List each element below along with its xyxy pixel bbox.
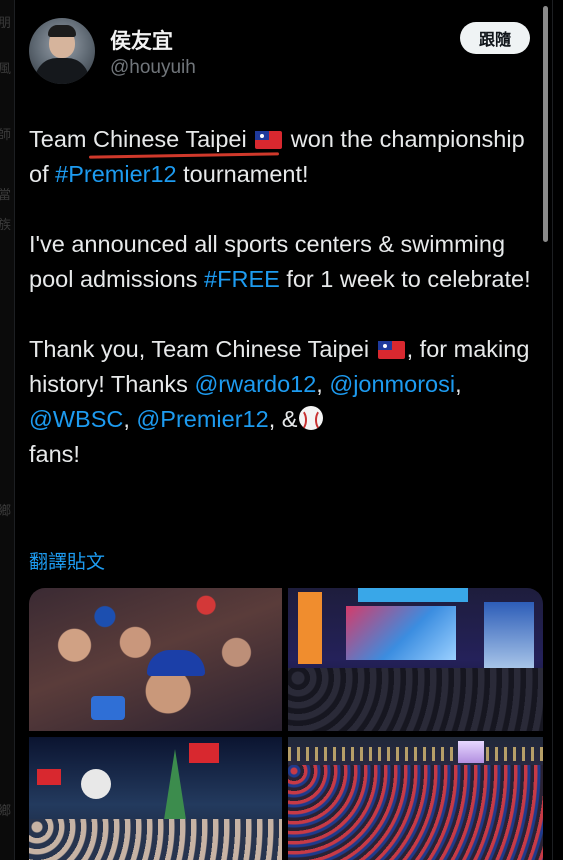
cap-shape (147, 650, 205, 676)
hashtag-premier12[interactable]: #Premier12 (55, 161, 176, 187)
screen-right (484, 602, 534, 668)
waving-flag (37, 769, 61, 785)
photo-stage-screens[interactable] (288, 588, 543, 731)
tweet-paragraph-3: Thank you, Team Chinese Taipei , for mak… (29, 332, 539, 472)
tweet-text-segment: fans! (29, 441, 80, 467)
media-grid (29, 588, 543, 860)
tweet-card: 侯友宜 @houyuih 跟隨 Team Chinese Taipei won … (14, 0, 553, 860)
tweet-paragraph-1: Team Chinese Taipei won the championship… (29, 122, 539, 192)
tweet-text-segment: for 1 week to celebrate! (279, 266, 531, 292)
tweet-text-segment: Thank you, Team Chinese Taipei (29, 336, 376, 362)
lit-tower (458, 741, 484, 763)
photo-fans-celebrating[interactable] (29, 588, 282, 731)
user-handle[interactable]: @houyuih (110, 57, 196, 79)
inflatable-ball (81, 769, 111, 799)
crowd (288, 668, 543, 731)
hashtag-free[interactable]: #FREE (204, 266, 280, 292)
crowd (288, 765, 543, 860)
photo-christmas-tree-crowd[interactable] (29, 737, 282, 860)
scrollbar[interactable] (543, 6, 548, 242)
crowd (29, 819, 282, 860)
translate-post-link[interactable]: 翻譯貼文 (29, 547, 105, 574)
mention-jonmorosi[interactable]: @jonmorosi (329, 371, 455, 397)
tweet-text-segment: Team (29, 126, 93, 152)
tweet-text: Team Chinese Taipei won the championship… (29, 122, 539, 472)
tweet-paragraph-2: I've announced all sports centers & swim… (29, 227, 539, 297)
taiwan-flag-icon (377, 341, 405, 359)
lights (288, 747, 543, 761)
banner-shape (358, 588, 468, 602)
tweet-text-segment: tournament! (176, 161, 309, 187)
follow-button[interactable]: 跟隨 (460, 22, 530, 54)
tweet-text-segment: , (455, 371, 462, 397)
phone-shape (91, 696, 125, 720)
mention-wbsc[interactable]: @WBSC (29, 406, 123, 432)
tweet-text-segment: , (316, 371, 330, 397)
screen-middle (346, 606, 456, 660)
tweet-text-segment: , (123, 406, 137, 432)
screen-left (298, 592, 322, 664)
taiwan-flag-icon (255, 131, 283, 149)
waving-flag (189, 743, 219, 763)
photo-plaza-crowd[interactable] (288, 737, 543, 860)
mention-rwardo12[interactable]: @rwardo12 (194, 371, 316, 397)
avatar[interactable] (29, 18, 95, 84)
highlighted-phrase: Chinese Taipei (93, 126, 247, 152)
display-name[interactable]: 侯友宜 (110, 25, 173, 55)
mention-premier12[interactable]: @Premier12 (136, 406, 268, 432)
baseball-icon (299, 406, 324, 431)
